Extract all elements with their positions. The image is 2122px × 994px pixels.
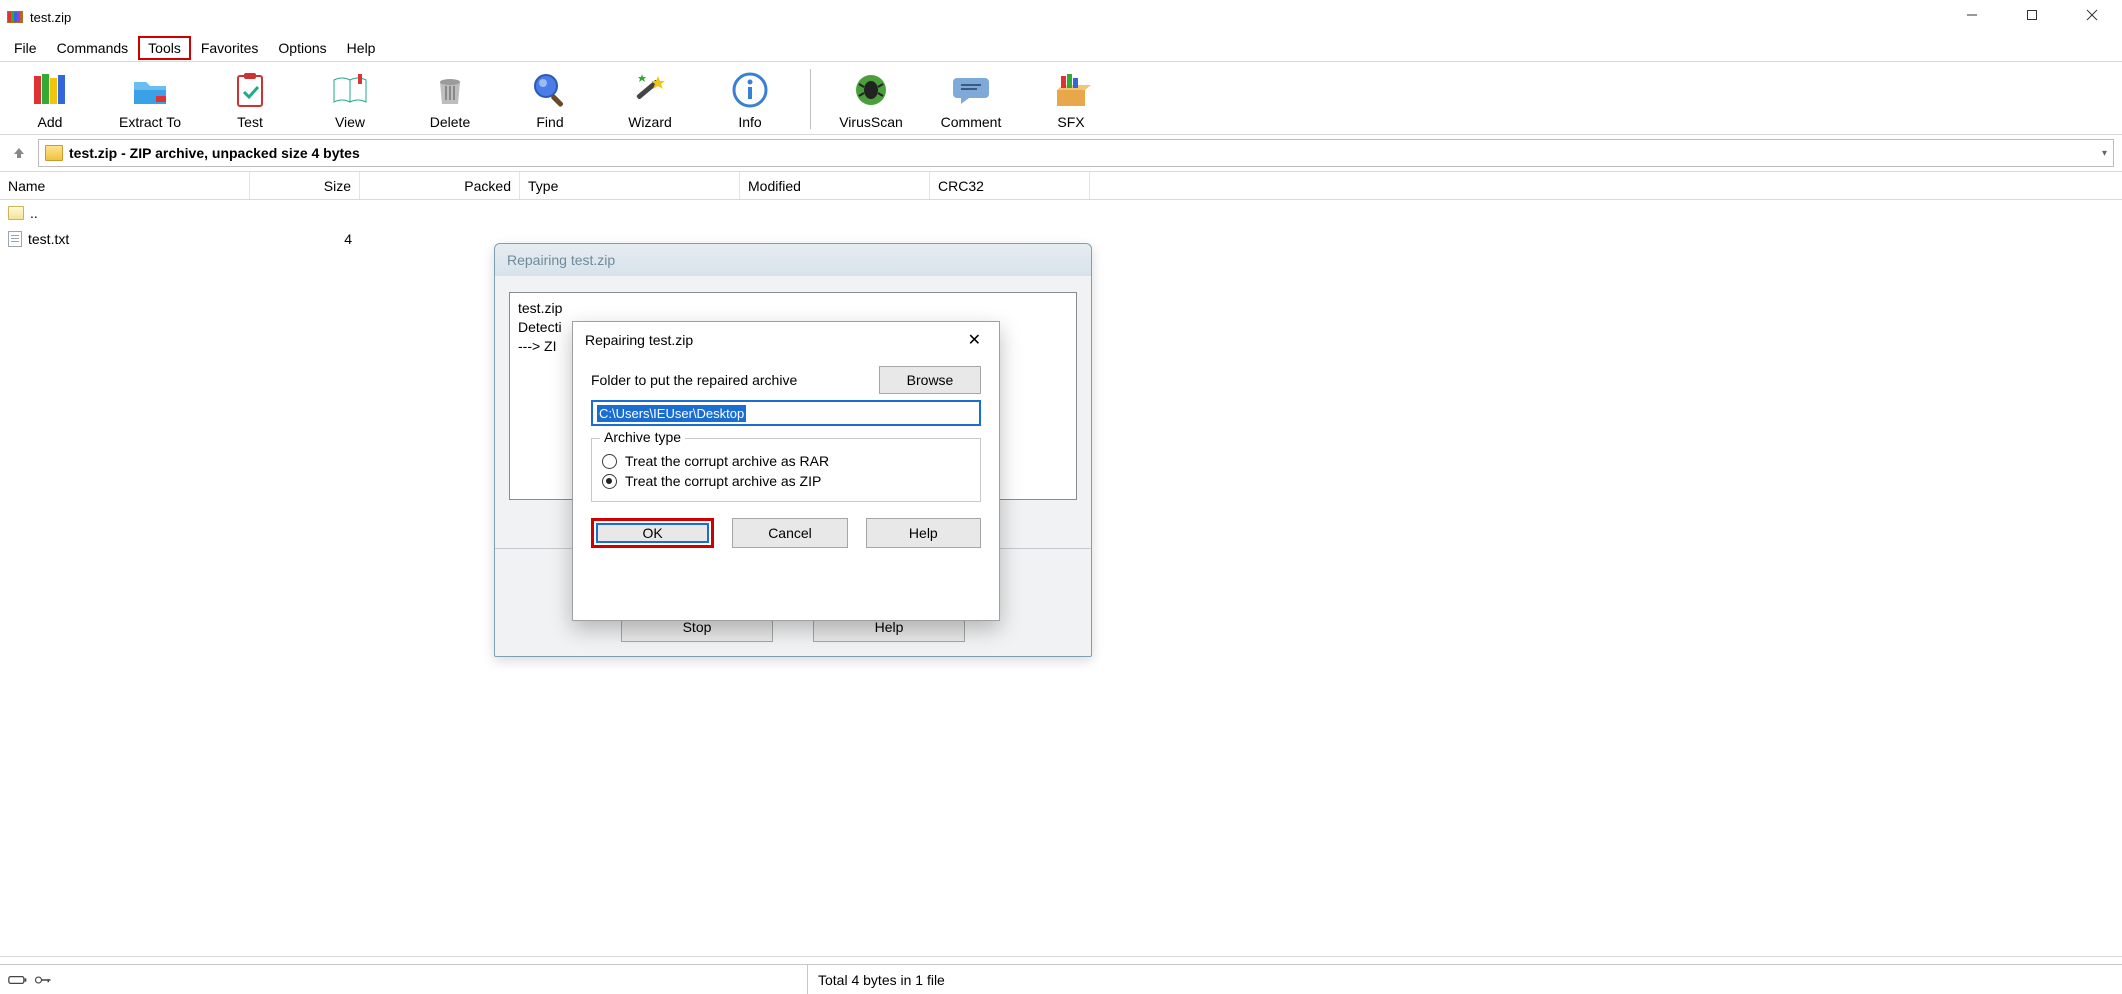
file-size: 4	[250, 231, 360, 247]
menu-commands[interactable]: Commands	[47, 36, 139, 60]
folder-open-icon	[128, 68, 172, 112]
up-button[interactable]	[8, 142, 30, 164]
comment-icon	[949, 68, 993, 112]
toolbar-separator	[810, 69, 811, 129]
col-packed[interactable]: Packed	[360, 172, 520, 199]
bug-icon	[849, 68, 893, 112]
col-size[interactable]: Size	[250, 172, 360, 199]
titlebar: test.zip	[0, 0, 2122, 34]
help-button[interactable]: Help	[866, 518, 981, 548]
maximize-button[interactable]	[2002, 0, 2062, 30]
info-icon	[728, 68, 772, 112]
close-button[interactable]	[2062, 0, 2122, 30]
dialog-title: Repairing test.zip	[495, 244, 1091, 276]
chevron-down-icon[interactable]: ▾	[2102, 148, 2107, 159]
wand-icon	[628, 68, 672, 112]
radio-label: Treat the corrupt archive as RAR	[625, 453, 829, 469]
tool-comment[interactable]: Comment	[931, 68, 1011, 130]
minimize-button[interactable]	[1942, 0, 2002, 30]
magnifier-icon	[528, 68, 572, 112]
tool-label: Info	[738, 114, 761, 130]
menu-help[interactable]: Help	[337, 36, 386, 60]
ok-button[interactable]: OK	[591, 518, 714, 548]
menu-options[interactable]: Options	[268, 36, 336, 60]
file-name: ..	[30, 205, 38, 221]
radio-label: Treat the corrupt archive as ZIP	[625, 473, 821, 489]
book-open-icon	[328, 68, 372, 112]
folder-path-value: C:\Users\IEUser\Desktop	[597, 405, 746, 422]
menu-favorites[interactable]: Favorites	[191, 36, 269, 60]
browse-button[interactable]: Browse	[879, 366, 981, 394]
dialog-title: Repairing test.zip	[585, 332, 693, 348]
tool-label: Find	[536, 114, 563, 130]
tool-label: Wizard	[628, 114, 672, 130]
tool-find[interactable]: Find	[510, 68, 590, 130]
menu-tools[interactable]: Tools	[138, 36, 191, 60]
books-icon	[28, 68, 72, 112]
addressbar: test.zip - ZIP archive, unpacked size 4 …	[0, 135, 2122, 172]
tool-extract-to[interactable]: Extract To	[110, 68, 190, 130]
file-icon	[8, 231, 22, 247]
folder-icon	[8, 206, 24, 220]
file-name: test.txt	[28, 231, 69, 247]
trash-icon	[428, 68, 472, 112]
column-headers: Name Size Packed Type Modified CRC32	[0, 172, 2122, 200]
status-text: Total 4 bytes in 1 file	[808, 972, 945, 988]
group-title: Archive type	[600, 429, 685, 445]
tool-label: View	[335, 114, 365, 130]
tool-label: Extract To	[119, 114, 181, 130]
col-crc32[interactable]: CRC32	[930, 172, 1090, 199]
statusbar-separator	[0, 956, 2122, 964]
archive-type-group: Archive type Treat the corrupt archive a…	[591, 438, 981, 502]
toolbar: Add Extract To Test View Delete Find Wiz…	[0, 62, 2122, 135]
box-books-icon	[1049, 68, 1093, 112]
col-name[interactable]: Name	[0, 172, 250, 199]
tool-label: Add	[38, 114, 63, 130]
tool-test[interactable]: Test	[210, 68, 290, 130]
radio-icon	[602, 454, 617, 469]
tool-view[interactable]: View	[310, 68, 390, 130]
folder-label: Folder to put the repaired archive	[591, 372, 797, 388]
tool-label: Comment	[941, 114, 1002, 130]
folder-icon	[45, 145, 63, 161]
winrar-icon	[6, 8, 24, 26]
close-icon[interactable]: ✕	[960, 326, 989, 354]
radio-zip[interactable]: Treat the corrupt archive as ZIP	[602, 473, 970, 489]
tool-delete[interactable]: Delete	[410, 68, 490, 130]
tool-sfx[interactable]: SFX	[1031, 68, 1111, 130]
radio-icon	[602, 474, 617, 489]
radio-rar[interactable]: Treat the corrupt archive as RAR	[602, 453, 970, 469]
repair-options-dialog: Repairing test.zip ✕ Folder to put the r…	[572, 321, 1000, 621]
folder-path-input[interactable]: C:\Users\IEUser\Desktop	[591, 400, 981, 426]
address-input[interactable]: test.zip - ZIP archive, unpacked size 4 …	[38, 139, 2114, 167]
tool-label: SFX	[1057, 114, 1084, 130]
menu-file[interactable]: File	[4, 36, 47, 60]
window-title: test.zip	[30, 10, 71, 25]
tool-label: Delete	[430, 114, 470, 130]
clipboard-check-icon	[228, 68, 272, 112]
tool-virusscan[interactable]: VirusScan	[831, 68, 911, 130]
tool-label: Test	[237, 114, 263, 130]
key-icon	[34, 973, 52, 987]
address-path: test.zip - ZIP archive, unpacked size 4 …	[69, 145, 360, 161]
menubar: File Commands Tools Favorites Options He…	[0, 34, 2122, 62]
battery-icon	[8, 973, 28, 987]
col-type[interactable]: Type	[520, 172, 740, 199]
cancel-button[interactable]: Cancel	[732, 518, 847, 548]
tool-add[interactable]: Add	[10, 68, 90, 130]
tool-label: VirusScan	[839, 114, 903, 130]
col-modified[interactable]: Modified	[740, 172, 930, 199]
tool-wizard[interactable]: Wizard	[610, 68, 690, 130]
list-item-parent[interactable]: ..	[0, 200, 2122, 226]
tool-info[interactable]: Info	[710, 68, 790, 130]
statusbar: Total 4 bytes in 1 file	[0, 964, 2122, 994]
